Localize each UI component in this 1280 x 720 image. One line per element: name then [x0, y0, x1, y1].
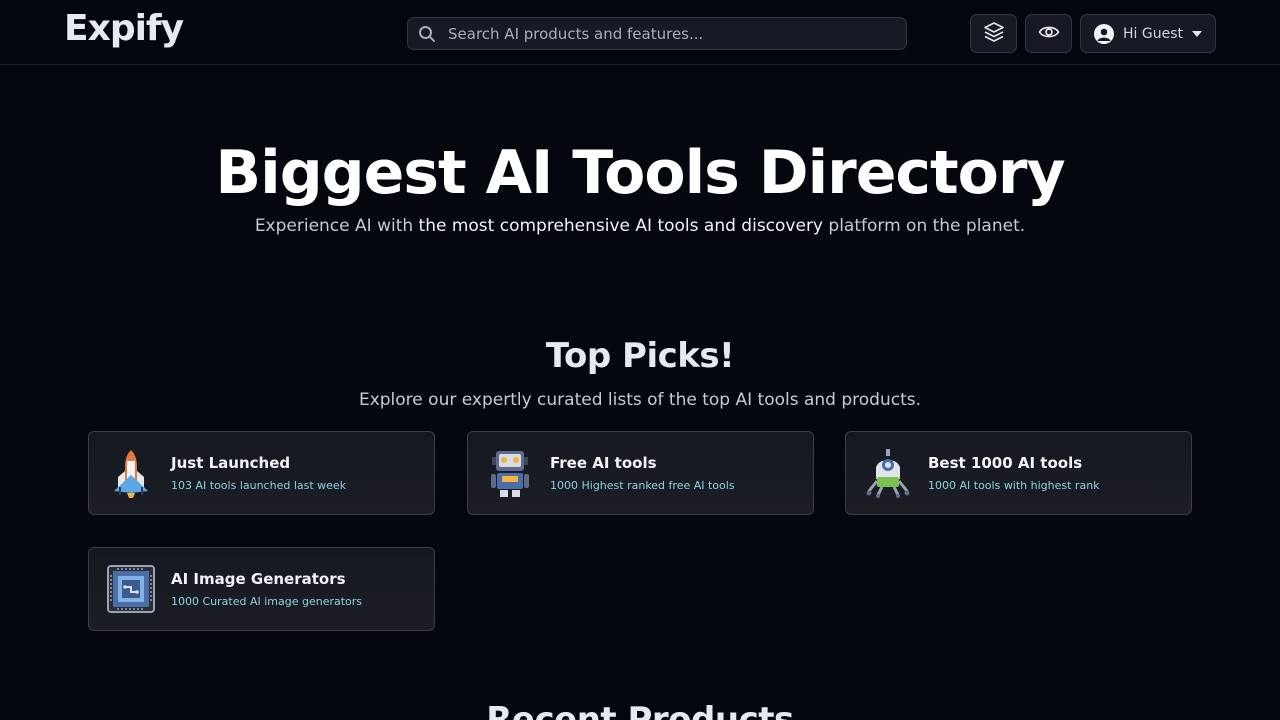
card-text: Just Launched 103 AI tools launched last… [171, 454, 346, 492]
preview-button[interactable] [1025, 14, 1072, 53]
logo[interactable]: Expify [64, 8, 184, 49]
card-desc: 103 AI tools launched last week [171, 479, 347, 492]
hero-subtitle-pre: Experience AI with [254, 216, 419, 236]
layers-icon [983, 21, 1005, 47]
card-text: Free AI tools 1000 Highest ranked free A… [550, 454, 735, 492]
top-picks-title: Top Picks! [545, 336, 735, 376]
top-nav: Expify Search AI products and features..… [0, 0, 1280, 65]
chevron-down-icon [1192, 30, 1202, 37]
rocket-icon [107, 447, 155, 499]
hero-subtitle-post: platform on the planet. [823, 216, 1026, 236]
recent-products-title: Recent Products [486, 700, 794, 720]
card-title: Just Launched [171, 454, 291, 472]
hero-subtitle: Experience AI with the most comprehensiv… [0, 216, 1280, 236]
layers-button[interactable] [970, 14, 1017, 53]
search-box[interactable] [407, 17, 907, 50]
card-just-launched[interactable]: Just Launched 103 AI tools launched last… [88, 431, 435, 515]
user-greeting: Hi Guest [1123, 25, 1183, 42]
card-desc: 1000 Curated AI image generators [171, 595, 363, 608]
page-title: Biggest AI Tools Directory [215, 138, 1065, 208]
search-icon [418, 25, 436, 43]
hero-subtitle-strong: the most comprehensive AI tools and disc… [418, 216, 823, 236]
top-picks-subtitle: Explore our expertly curated lists of th… [358, 390, 922, 410]
eye-icon [1038, 24, 1060, 44]
search-input[interactable] [448, 18, 906, 49]
card-desc: 1000 Highest ranked free AI tools [550, 479, 735, 492]
rover-robot-icon [864, 447, 912, 499]
card-best-1000-ai-tools[interactable]: Best 1000 AI tools 1000 AI tools with hi… [845, 431, 1192, 515]
card-free-ai-tools[interactable]: Free AI tools 1000 Highest ranked free A… [467, 431, 814, 515]
card-title: Free AI tools [550, 454, 657, 472]
card-desc: 1000 AI tools with highest rank [928, 479, 1100, 492]
card-title: AI Image Generators [171, 570, 346, 588]
chip-icon [107, 563, 155, 615]
user-menu-button[interactable]: Hi Guest [1080, 14, 1216, 53]
card-title: Best 1000 AI tools [928, 454, 1083, 472]
robot-icon [486, 447, 534, 499]
card-ai-image-generators[interactable]: AI Image Generators 1000 Curated AI imag… [88, 547, 435, 631]
card-text: AI Image Generators 1000 Curated AI imag… [171, 570, 362, 608]
card-text: Best 1000 AI tools 1000 AI tools with hi… [928, 454, 1100, 492]
avatar-icon [1094, 23, 1114, 44]
